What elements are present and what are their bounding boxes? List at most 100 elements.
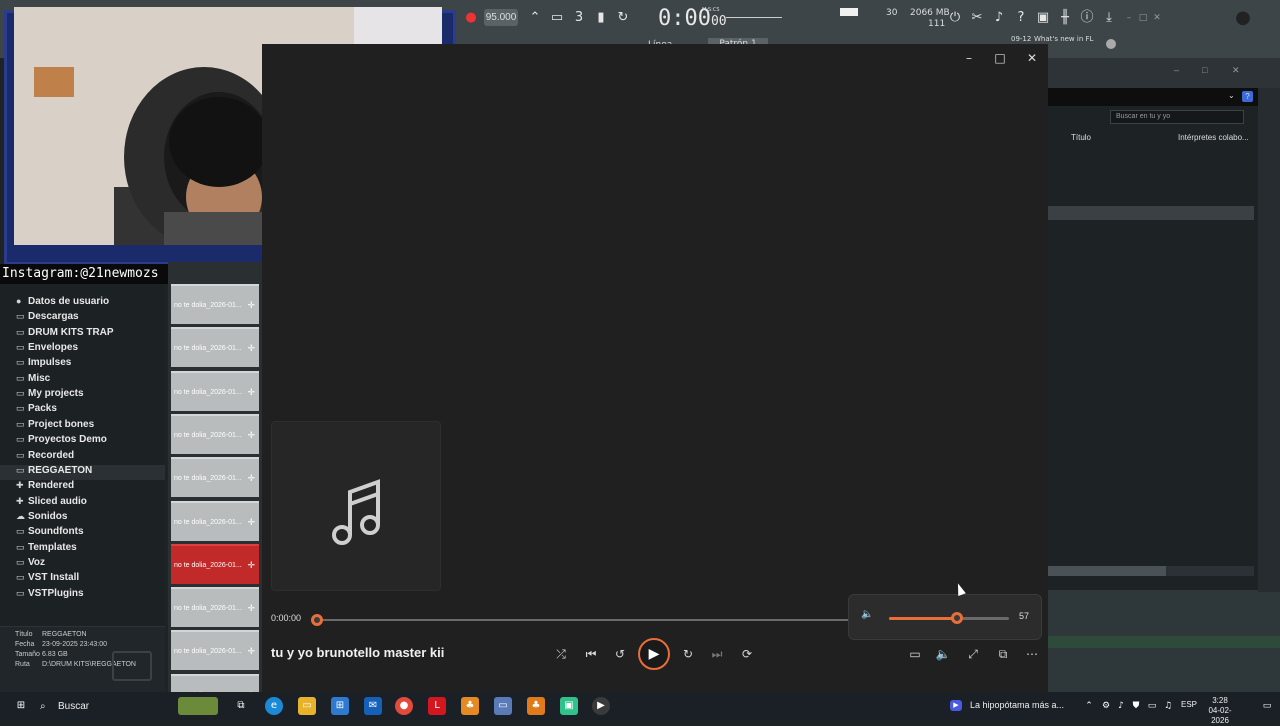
clip-add-icon[interactable]: ✛ <box>247 387 255 398</box>
help-badge-icon[interactable]: ? <box>1242 91 1253 102</box>
browser-item[interactable]: ▭ Proyectos Demo <box>16 434 107 449</box>
app-window-icon[interactable]: ▭ <box>494 697 512 715</box>
browser-item[interactable]: ▭ VST Install <box>16 572 79 587</box>
browser-item[interactable]: ▭ Packs <box>16 403 57 418</box>
audio-clip[interactable]: no te dolia_2026-01... ✛ <box>171 327 259 368</box>
forward-30-icon[interactable]: ↻ <box>678 644 698 664</box>
shuffle-icon[interactable]: ⤮ <box>551 644 571 664</box>
minimize-icon[interactable]: – <box>957 48 981 68</box>
browser-item[interactable]: ▭ Templates <box>16 542 77 557</box>
more-icon[interactable]: ⋯ <box>1022 644 1042 664</box>
rewind-10-icon[interactable]: ↺ <box>610 644 630 664</box>
browser-item[interactable]: ▭ Impulses <box>16 357 71 372</box>
previous-icon[interactable]: ⏮ <box>581 644 601 664</box>
taskbar-search[interactable]: ⌕ Buscar <box>36 696 166 718</box>
browser-item[interactable]: ▭ Soundfonts <box>16 526 84 541</box>
info-icon[interactable]: ⓘ <box>1078 9 1096 27</box>
clip-add-icon[interactable]: ✛ <box>247 603 255 614</box>
volume-icon[interactable]: 🔈 <box>933 644 953 664</box>
close-icon[interactable]: ✕ <box>1148 9 1166 27</box>
browser-item[interactable]: ✚ Rendered <box>16 480 74 495</box>
scrollbar-thumb[interactable] <box>1048 566 1166 576</box>
miniplayer-icon[interactable]: ▭ <box>905 644 925 664</box>
step-edit-icon[interactable]: ▮ <box>592 9 610 27</box>
news-widget[interactable]: La hipopótama más a... <box>970 700 1064 710</box>
clip-add-icon[interactable]: ✛ <box>247 300 255 311</box>
browser-item[interactable]: ▭ REGGAETON <box>0 464 165 480</box>
browser-item[interactable]: ▭ Envelopes <box>16 342 78 357</box>
notification-icon[interactable]: ▭ <box>1258 697 1276 715</box>
search-input[interactable]: Buscar en tu y yo <box>1110 110 1244 124</box>
browser-item[interactable]: ▭ Recorded <box>16 450 74 465</box>
browser-item[interactable]: ▭ Voz <box>16 557 45 572</box>
edge-icon[interactable]: e <box>265 697 283 715</box>
browser-item[interactable]: ✚ Sliced audio <box>16 496 87 511</box>
audio-clip[interactable]: no te dolia_2026-01... ✛ <box>171 457 259 498</box>
store-icon[interactable]: ⊞ <box>331 697 349 715</box>
audio-clip[interactable]: no te dolia_2026-01... ✛ <box>171 370 259 411</box>
record-icon[interactable]: ● <box>462 9 480 27</box>
maximize-icon[interactable]: □ <box>988 48 1012 68</box>
power-icon[interactable]: ⏻ <box>946 9 964 27</box>
mic-icon[interactable]: ♪ <box>990 9 1008 27</box>
add-folder-icon[interactable] <box>112 651 152 681</box>
save-icon[interactable]: ▣ <box>1034 9 1052 27</box>
cut-icon[interactable]: ✂ <box>968 9 986 27</box>
loop-icon[interactable]: ↻ <box>614 9 632 27</box>
table-row[interactable] <box>1048 206 1254 220</box>
browser-item[interactable]: ▭ DRUM KITS TRAP <box>16 327 114 342</box>
volume-thumb[interactable] <box>951 612 964 624</box>
chevron-down-icon[interactable]: ⌄ <box>1228 91 1235 100</box>
cast-icon[interactable]: ⧉ <box>993 644 1013 664</box>
browser-item[interactable]: ▭ Project bones <box>16 419 94 434</box>
help-icon[interactable]: ? <box>1012 9 1030 27</box>
next-icon[interactable]: ⏭ <box>707 644 727 664</box>
chevron-up-icon[interactable]: ⌃ <box>1080 697 1098 715</box>
column-title[interactable]: Título <box>1071 133 1091 142</box>
browser-item[interactable]: ☁ Sonidos <box>16 511 67 526</box>
speaker-icon[interactable]: ♫ <box>1159 697 1177 715</box>
browser-item[interactable]: ▭ My projects <box>16 388 84 403</box>
tempo-display[interactable]: 95.000 <box>484 9 518 26</box>
minimize-icon[interactable]: – <box>1174 65 1179 75</box>
globe-icon[interactable] <box>1106 39 1116 49</box>
news-link[interactable]: What's new in FL <box>1034 35 1093 43</box>
clock[interactable]: 3:28 04-02-2026 <box>1200 696 1240 726</box>
metronome-icon[interactable]: ⌃ <box>526 9 544 27</box>
media-player-icon[interactable]: ▶ <box>592 697 610 715</box>
chrome-icon[interactable]: ● <box>395 697 413 715</box>
audio-clip[interactable]: no te dolia_2026-01... ✛ <box>171 284 259 324</box>
clip-add-icon[interactable]: ✛ <box>247 646 255 657</box>
seek-thumb[interactable] <box>311 614 323 626</box>
audio-clip[interactable]: no te dolia_2026-01... ✛ <box>171 543 259 584</box>
seek-bar[interactable] <box>317 619 849 621</box>
clip-add-icon[interactable]: ✛ <box>247 473 255 484</box>
browser-item[interactable]: ▭ Descargas <box>16 311 79 326</box>
fl-studio-icon[interactable]: ♣ <box>461 697 479 715</box>
news-icon[interactable]: ▶ <box>950 700 962 711</box>
fullscreen-icon[interactable]: ⤢ <box>963 644 983 664</box>
mixer-icon[interactable]: ╫ <box>1056 9 1074 27</box>
file-explorer-icon[interactable]: ▭ <box>298 697 316 715</box>
fl-studio-2-icon[interactable]: ♣ <box>527 697 545 715</box>
mail-icon[interactable]: ✉ <box>364 697 382 715</box>
countdown-icon[interactable]: 3 <box>570 9 588 27</box>
language-indicator[interactable]: ESP <box>1181 700 1197 709</box>
audio-clip[interactable]: no te dolia_2026-01... ✛ <box>171 587 259 628</box>
clip-add-icon[interactable]: ✛ <box>247 430 255 441</box>
audio-clip[interactable]: no te dolia_2026-01... ✛ <box>171 500 259 541</box>
clip-add-icon[interactable]: ✛ <box>247 517 255 528</box>
playlist-track[interactable] <box>1048 636 1280 648</box>
audio-clip[interactable]: no te dolia_2026-01... ✛ <box>171 413 259 454</box>
close-icon[interactable]: ✕ <box>1232 65 1240 76</box>
master-volume-slider[interactable] <box>726 17 782 18</box>
task-view-icon[interactable]: ⧉ <box>232 697 250 715</box>
browser-item[interactable]: ● Datos de usuario <box>16 296 109 311</box>
windows-start-icon[interactable]: ⊞ <box>12 697 30 715</box>
clip-add-icon[interactable]: ✛ <box>247 560 255 571</box>
speaker-icon[interactable]: 🔈 <box>861 609 873 620</box>
maximize-icon[interactable]: □ <box>1202 65 1207 75</box>
wait-icon[interactable]: ▭ <box>548 9 566 27</box>
clip-add-icon[interactable]: ✛ <box>247 343 255 354</box>
repeat-off-icon[interactable]: ⟳ <box>737 644 757 664</box>
